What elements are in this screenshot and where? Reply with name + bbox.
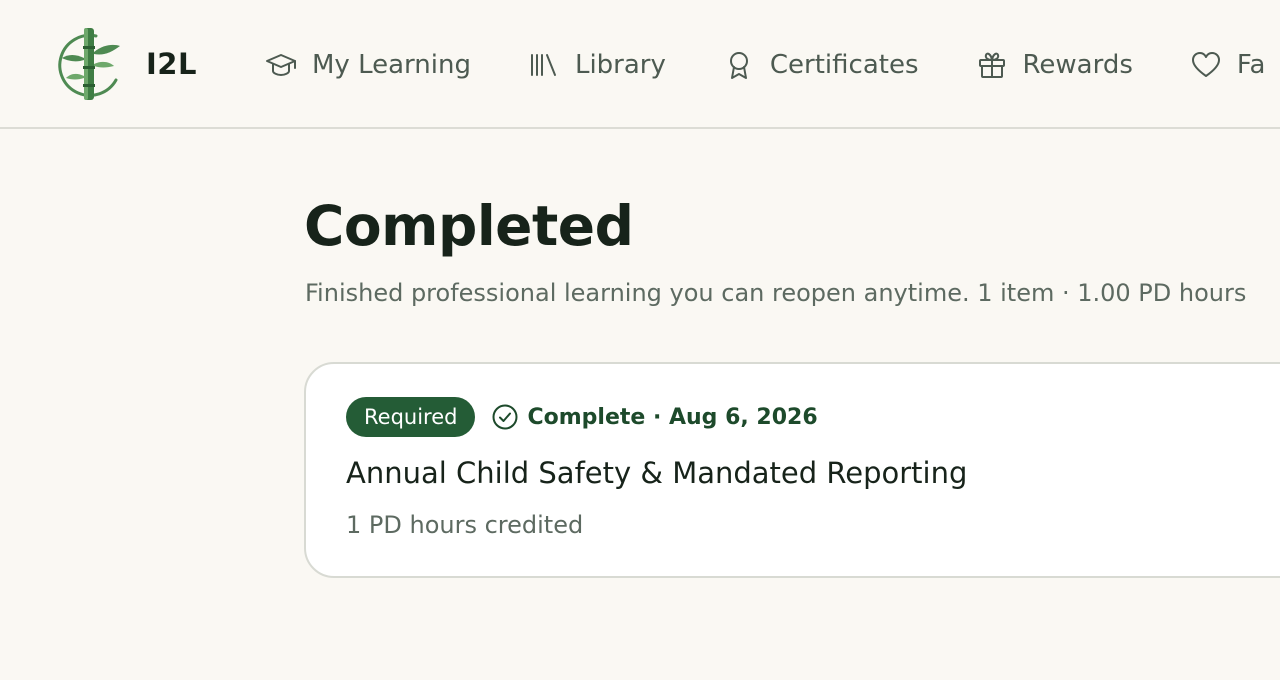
completed-course-card[interactable]: Required Complete · Aug 6, 2026 Annual C… bbox=[304, 362, 1280, 578]
nav-item-label: Fa bbox=[1236, 49, 1266, 80]
nav-item-library[interactable]: Library bbox=[527, 48, 666, 82]
course-meta: Required Complete · Aug 6, 2026 bbox=[346, 397, 818, 437]
check-circle-icon bbox=[491, 403, 519, 431]
main-nav: My Learning Library Certificates Rewards… bbox=[264, 0, 1280, 127]
award-ribbon-icon bbox=[722, 48, 756, 82]
nav-item-label: Rewards bbox=[1022, 49, 1133, 80]
nav-item-label: Library bbox=[574, 49, 666, 80]
nav-item-my-learning[interactable]: My Learning bbox=[264, 48, 471, 82]
gift-icon bbox=[975, 48, 1009, 82]
page-title: Completed bbox=[304, 194, 634, 258]
required-badge: Required bbox=[346, 397, 476, 437]
graduation-cap-icon bbox=[264, 48, 298, 82]
nav-item-label: My Learning bbox=[312, 49, 471, 80]
course-pd-hours: 1 PD hours credited bbox=[346, 511, 584, 539]
top-nav-bar: I2L My Learning Library Certificates Rew… bbox=[0, 0, 1280, 129]
course-title[interactable]: Annual Child Safety & Mandated Reporting bbox=[346, 456, 967, 490]
completion-status: Complete · Aug 6, 2026 bbox=[527, 404, 818, 430]
nav-item-certificates[interactable]: Certificates bbox=[722, 48, 919, 82]
brand-name: I2L bbox=[146, 47, 197, 81]
nav-item-label: Certificates bbox=[769, 49, 919, 80]
brand-home-link[interactable]: I2L bbox=[52, 24, 197, 104]
nav-item-favorites[interactable]: Fa bbox=[1189, 48, 1266, 82]
page-subtitle: Finished professional learning you can r… bbox=[305, 279, 1247, 307]
heart-icon bbox=[1189, 48, 1223, 82]
library-books-icon bbox=[527, 48, 561, 82]
bamboo-logo-icon bbox=[58, 28, 120, 100]
nav-item-rewards[interactable]: Rewards bbox=[975, 48, 1133, 82]
